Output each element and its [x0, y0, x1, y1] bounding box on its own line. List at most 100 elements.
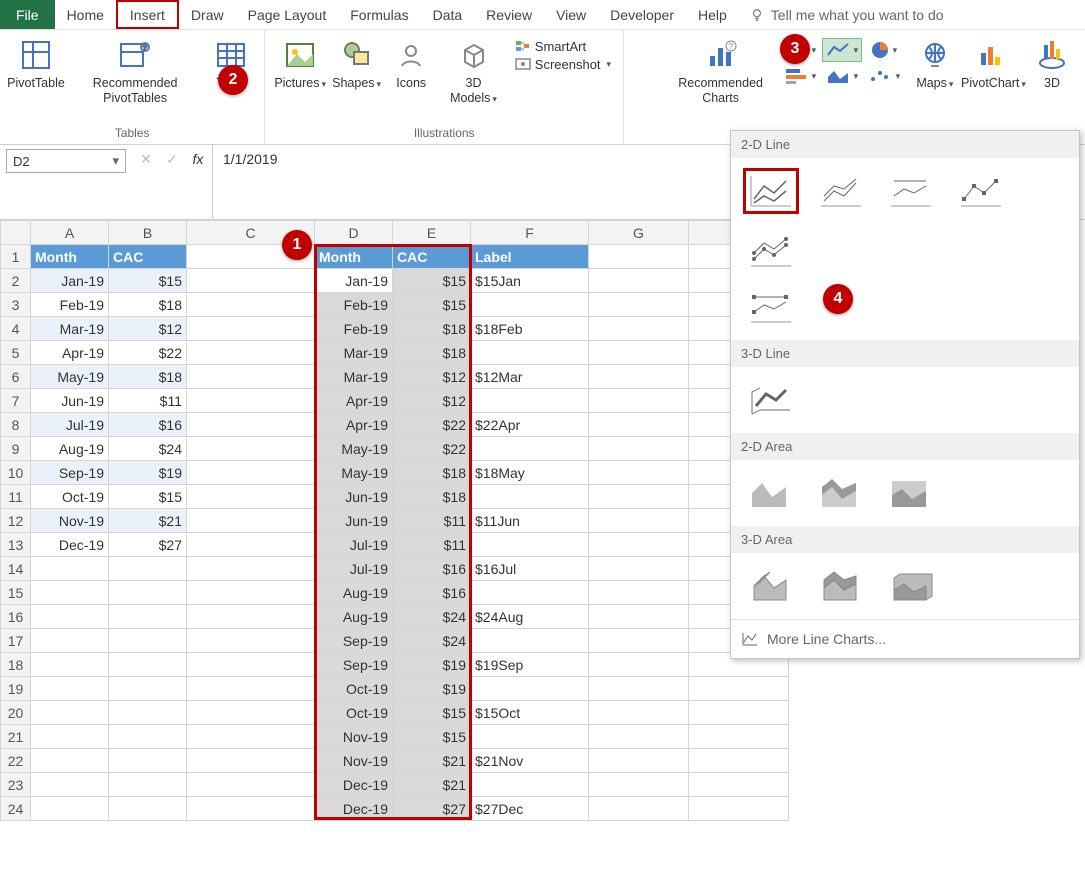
row-header[interactable]: 8	[1, 413, 31, 437]
cell[interactable]	[589, 557, 689, 581]
cell[interactable]: $19Sep	[471, 653, 589, 677]
row-header[interactable]: 3	[1, 293, 31, 317]
row-header[interactable]: 12	[1, 509, 31, 533]
cell[interactable]: $16	[109, 413, 187, 437]
cell[interactable]: Jul-19	[315, 557, 393, 581]
cell[interactable]	[589, 725, 689, 749]
cell[interactable]	[109, 749, 187, 773]
name-box[interactable]: D2 ▾	[6, 149, 126, 173]
cell[interactable]: Jan-19	[31, 269, 109, 293]
cell[interactable]	[187, 581, 315, 605]
cell[interactable]	[187, 437, 315, 461]
shapes-button[interactable]: Shapes	[329, 34, 384, 93]
cell[interactable]	[109, 701, 187, 725]
cell[interactable]: $27	[109, 533, 187, 557]
cell[interactable]: $12	[393, 389, 471, 413]
cell[interactable]: $11Jun	[471, 509, 589, 533]
cell[interactable]: Jun-19	[31, 389, 109, 413]
cell[interactable]: $21Nov	[471, 749, 589, 773]
cell[interactable]: $15Jan	[471, 269, 589, 293]
cell[interactable]	[471, 341, 589, 365]
cell[interactable]	[589, 317, 689, 341]
row-header[interactable]: 18	[1, 653, 31, 677]
cell[interactable]: Nov-19	[31, 509, 109, 533]
cell[interactable]	[589, 437, 689, 461]
cell[interactable]	[187, 389, 315, 413]
cell[interactable]: $11	[393, 533, 471, 557]
cell[interactable]	[187, 677, 315, 701]
maps-button[interactable]: Maps	[908, 34, 962, 93]
cell[interactable]: $18	[393, 461, 471, 485]
cell[interactable]: $24	[393, 605, 471, 629]
cell[interactable]	[589, 653, 689, 677]
cell[interactable]	[187, 725, 315, 749]
col-header[interactable]: B	[109, 221, 187, 245]
cell[interactable]	[31, 605, 109, 629]
cell[interactable]: $21	[393, 773, 471, 797]
pictures-button[interactable]: Pictures	[271, 34, 329, 93]
cell[interactable]: $22Apr	[471, 413, 589, 437]
row-header[interactable]: 17	[1, 629, 31, 653]
100-stacked-area-thumb[interactable]	[883, 470, 939, 516]
cell[interactable]	[187, 797, 315, 821]
cell[interactable]	[109, 725, 187, 749]
stacked-line-markers-thumb[interactable]	[743, 228, 799, 274]
row-header[interactable]: 2	[1, 269, 31, 293]
cell[interactable]: Feb-19	[315, 293, 393, 317]
tab-draw[interactable]: Draw	[179, 0, 236, 29]
cell[interactable]	[31, 749, 109, 773]
cell[interactable]	[689, 725, 789, 749]
cell[interactable]	[109, 677, 187, 701]
row-header[interactable]: 11	[1, 485, 31, 509]
100-stacked-line-thumb[interactable]	[883, 168, 939, 214]
cell[interactable]	[471, 437, 589, 461]
recommended-charts-button[interactable]: ? Recommended Charts	[665, 34, 776, 108]
screenshot-button[interactable]: Screenshot	[515, 56, 611, 72]
cell[interactable]: Feb-19	[315, 317, 393, 341]
cell[interactable]	[589, 533, 689, 557]
cell[interactable]	[589, 677, 689, 701]
cell[interactable]	[589, 389, 689, 413]
cell[interactable]	[187, 653, 315, 677]
cell[interactable]	[689, 677, 789, 701]
row-header[interactable]: 23	[1, 773, 31, 797]
row-header[interactable]: 9	[1, 437, 31, 461]
cell[interactable]	[187, 293, 315, 317]
cell[interactable]: $19	[393, 653, 471, 677]
cell[interactable]: $16	[393, 557, 471, 581]
cancel-formula-icon[interactable]: ✕	[136, 151, 156, 168]
cell[interactable]	[109, 629, 187, 653]
cell[interactable]	[187, 509, 315, 533]
cell[interactable]	[471, 725, 589, 749]
cell[interactable]	[187, 317, 315, 341]
tab-page-layout[interactable]: Page Layout	[236, 0, 339, 29]
cell[interactable]: $11	[109, 389, 187, 413]
cell[interactable]	[471, 773, 589, 797]
cell[interactable]	[471, 485, 589, 509]
cell[interactable]: CAC	[109, 245, 187, 269]
cell[interactable]	[471, 533, 589, 557]
row-header[interactable]: 16	[1, 605, 31, 629]
cell[interactable]	[109, 557, 187, 581]
cell[interactable]: $16Jul	[471, 557, 589, 581]
row-header[interactable]: 19	[1, 677, 31, 701]
line-markers-thumb[interactable]	[953, 168, 1009, 214]
line-chart-thumb[interactable]	[743, 168, 799, 214]
cell[interactable]	[589, 245, 689, 269]
cell[interactable]: $15Oct	[471, 701, 589, 725]
cell[interactable]: Aug-19	[31, 437, 109, 461]
cell[interactable]: May-19	[315, 461, 393, 485]
cell[interactable]	[31, 725, 109, 749]
cell[interactable]: $18Feb	[471, 317, 589, 341]
cell[interactable]: $21	[393, 749, 471, 773]
cell[interactable]	[31, 773, 109, 797]
more-line-charts-link[interactable]: More Line Charts...	[731, 619, 1079, 658]
cell[interactable]	[31, 701, 109, 725]
cell[interactable]: $18	[393, 485, 471, 509]
cell[interactable]: CAC	[393, 245, 471, 269]
cell[interactable]	[471, 581, 589, 605]
cell[interactable]: $18May	[471, 461, 589, 485]
cell[interactable]	[471, 389, 589, 413]
col-header[interactable]: D	[315, 221, 393, 245]
cell[interactable]: Oct-19	[315, 701, 393, 725]
